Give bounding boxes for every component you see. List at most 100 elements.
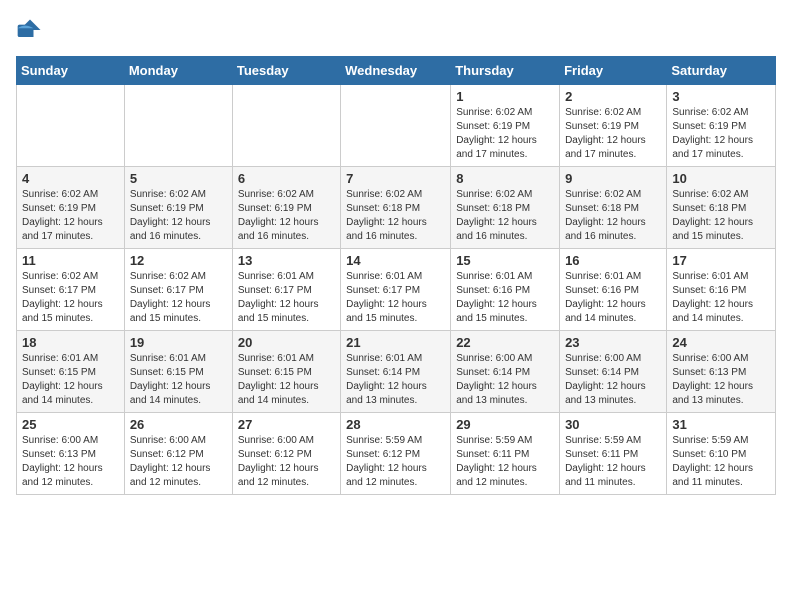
calendar-cell: 3 Sunrise: 6:02 AM Sunset: 6:19 PM Daylig…	[667, 85, 776, 167]
day-number: 9	[565, 171, 661, 186]
calendar-cell	[124, 85, 232, 167]
day-number: 7	[346, 171, 445, 186]
calendar-cell: 21 Sunrise: 6:01 AM Sunset: 6:14 PM Dayli…	[341, 331, 451, 413]
calendar-week-row: 11 Sunrise: 6:02 AM Sunset: 6:17 PM Dayli…	[17, 249, 776, 331]
day-detail: Sunrise: 6:01 AM Sunset: 6:17 PM Dayligh…	[346, 270, 445, 326]
day-detail: Sunrise: 6:01 AM Sunset: 6:15 PM Dayligh…	[22, 352, 119, 408]
calendar-cell: 24 Sunrise: 6:00 AM Sunset: 6:13 PM Dayli…	[667, 331, 776, 413]
day-number: 6	[238, 171, 335, 186]
day-number: 16	[565, 253, 661, 268]
calendar-cell: 20 Sunrise: 6:01 AM Sunset: 6:15 PM Dayli…	[232, 331, 340, 413]
day-number: 13	[238, 253, 335, 268]
day-number: 3	[672, 89, 770, 104]
day-detail: Sunrise: 6:02 AM Sunset: 6:19 PM Dayligh…	[565, 106, 661, 162]
day-detail: Sunrise: 5:59 AM Sunset: 6:11 PM Dayligh…	[456, 434, 554, 490]
day-detail: Sunrise: 6:00 AM Sunset: 6:13 PM Dayligh…	[672, 352, 770, 408]
day-detail: Sunrise: 5:59 AM Sunset: 6:10 PM Dayligh…	[672, 434, 770, 490]
day-number: 27	[238, 417, 335, 432]
logo	[16, 16, 48, 44]
calendar-cell: 8 Sunrise: 6:02 AM Sunset: 6:18 PM Daylig…	[451, 167, 560, 249]
calendar-cell: 27 Sunrise: 6:00 AM Sunset: 6:12 PM Dayli…	[232, 413, 340, 495]
calendar-cell: 7Sunrise: 6:02 AM Sunset: 6:18 PM Daylig…	[341, 167, 451, 249]
day-number: 28	[346, 417, 445, 432]
calendar-cell: 1 Sunrise: 6:02 AM Sunset: 6:19 PM Daylig…	[451, 85, 560, 167]
day-detail: Sunrise: 6:00 AM Sunset: 6:12 PM Dayligh…	[130, 434, 227, 490]
weekday-header-friday: Friday	[560, 57, 667, 85]
weekday-header-thursday: Thursday	[451, 57, 560, 85]
day-detail: Sunrise: 5:59 AM Sunset: 6:12 PM Dayligh…	[346, 434, 445, 490]
weekday-header-monday: Monday	[124, 57, 232, 85]
calendar-cell: 30Sunrise: 5:59 AM Sunset: 6:11 PM Dayli…	[560, 413, 667, 495]
day-number: 25	[22, 417, 119, 432]
day-number: 4	[22, 171, 119, 186]
day-number: 14	[346, 253, 445, 268]
day-detail: Sunrise: 6:00 AM Sunset: 6:12 PM Dayligh…	[238, 434, 335, 490]
calendar-cell: 11 Sunrise: 6:02 AM Sunset: 6:17 PM Dayli…	[17, 249, 125, 331]
day-number: 5	[130, 171, 227, 186]
calendar-cell: 22 Sunrise: 6:00 AM Sunset: 6:14 PM Dayli…	[451, 331, 560, 413]
day-number: 21	[346, 335, 445, 350]
calendar-cell: 28 Sunrise: 5:59 AM Sunset: 6:12 PM Dayli…	[341, 413, 451, 495]
day-number: 1	[456, 89, 554, 104]
calendar-cell: 23Sunrise: 6:00 AM Sunset: 6:14 PM Dayli…	[560, 331, 667, 413]
weekday-header-tuesday: Tuesday	[232, 57, 340, 85]
weekday-header-saturday: Saturday	[667, 57, 776, 85]
day-detail: Sunrise: 6:00 AM Sunset: 6:14 PM Dayligh…	[456, 352, 554, 408]
calendar-cell: 31Sunrise: 5:59 AM Sunset: 6:10 PM Dayli…	[667, 413, 776, 495]
calendar-table: SundayMondayTuesdayWednesdayThursdayFrid…	[16, 56, 776, 495]
calendar-cell: 15 Sunrise: 6:01 AM Sunset: 6:16 PM Dayli…	[451, 249, 560, 331]
day-detail: Sunrise: 6:00 AM Sunset: 6:14 PM Dayligh…	[565, 352, 661, 408]
day-number: 12	[130, 253, 227, 268]
day-number: 19	[130, 335, 227, 350]
day-number: 11	[22, 253, 119, 268]
calendar-cell: 10Sunrise: 6:02 AM Sunset: 6:18 PM Dayli…	[667, 167, 776, 249]
calendar-cell: 16 Sunrise: 6:01 AM Sunset: 6:16 PM Dayli…	[560, 249, 667, 331]
day-number: 2	[565, 89, 661, 104]
day-detail: Sunrise: 6:01 AM Sunset: 6:16 PM Dayligh…	[565, 270, 661, 326]
calendar-cell: 26 Sunrise: 6:00 AM Sunset: 6:12 PM Dayli…	[124, 413, 232, 495]
day-number: 10	[672, 171, 770, 186]
calendar-cell: 19Sunrise: 6:01 AM Sunset: 6:15 PM Dayli…	[124, 331, 232, 413]
calendar-cell: 4 Sunrise: 6:02 AM Sunset: 6:19 PM Daylig…	[17, 167, 125, 249]
weekday-header-row: SundayMondayTuesdayWednesdayThursdayFrid…	[17, 57, 776, 85]
calendar-week-row: 18 Sunrise: 6:01 AM Sunset: 6:15 PM Dayli…	[17, 331, 776, 413]
day-number: 8	[456, 171, 554, 186]
day-number: 29	[456, 417, 554, 432]
day-detail: Sunrise: 6:01 AM Sunset: 6:14 PM Dayligh…	[346, 352, 445, 408]
calendar-cell: 14 Sunrise: 6:01 AM Sunset: 6:17 PM Dayli…	[341, 249, 451, 331]
day-detail: Sunrise: 6:02 AM Sunset: 6:19 PM Dayligh…	[672, 106, 770, 162]
weekday-header-wednesday: Wednesday	[341, 57, 451, 85]
calendar-week-row: 25 Sunrise: 6:00 AM Sunset: 6:13 PM Dayli…	[17, 413, 776, 495]
calendar-cell: 29 Sunrise: 5:59 AM Sunset: 6:11 PM Dayli…	[451, 413, 560, 495]
day-detail: Sunrise: 6:01 AM Sunset: 6:17 PM Dayligh…	[238, 270, 335, 326]
day-detail: Sunrise: 6:02 AM Sunset: 6:18 PM Dayligh…	[456, 188, 554, 244]
calendar-cell: 5Sunrise: 6:02 AM Sunset: 6:19 PM Daylig…	[124, 167, 232, 249]
calendar-week-row: 4 Sunrise: 6:02 AM Sunset: 6:19 PM Daylig…	[17, 167, 776, 249]
calendar-cell: 25 Sunrise: 6:00 AM Sunset: 6:13 PM Dayli…	[17, 413, 125, 495]
day-detail: Sunrise: 6:02 AM Sunset: 6:19 PM Dayligh…	[456, 106, 554, 162]
day-number: 22	[456, 335, 554, 350]
day-detail: Sunrise: 6:00 AM Sunset: 6:13 PM Dayligh…	[22, 434, 119, 490]
day-detail: Sunrise: 6:02 AM Sunset: 6:19 PM Dayligh…	[238, 188, 335, 244]
calendar-cell: 2 Sunrise: 6:02 AM Sunset: 6:19 PM Daylig…	[560, 85, 667, 167]
day-detail: Sunrise: 6:02 AM Sunset: 6:19 PM Dayligh…	[22, 188, 119, 244]
day-number: 26	[130, 417, 227, 432]
calendar-cell	[17, 85, 125, 167]
calendar-cell: 9Sunrise: 6:02 AM Sunset: 6:18 PM Daylig…	[560, 167, 667, 249]
calendar-cell	[341, 85, 451, 167]
day-number: 20	[238, 335, 335, 350]
logo-icon	[16, 16, 44, 44]
day-detail: Sunrise: 6:01 AM Sunset: 6:16 PM Dayligh…	[456, 270, 554, 326]
day-detail: Sunrise: 6:02 AM Sunset: 6:17 PM Dayligh…	[130, 270, 227, 326]
day-number: 30	[565, 417, 661, 432]
day-number: 18	[22, 335, 119, 350]
day-detail: Sunrise: 6:01 AM Sunset: 6:15 PM Dayligh…	[238, 352, 335, 408]
day-number: 24	[672, 335, 770, 350]
calendar-cell: 12 Sunrise: 6:02 AM Sunset: 6:17 PM Dayli…	[124, 249, 232, 331]
day-detail: Sunrise: 6:02 AM Sunset: 6:17 PM Dayligh…	[22, 270, 119, 326]
day-number: 15	[456, 253, 554, 268]
calendar-cell: 17 Sunrise: 6:01 AM Sunset: 6:16 PM Dayli…	[667, 249, 776, 331]
day-detail: Sunrise: 6:01 AM Sunset: 6:16 PM Dayligh…	[672, 270, 770, 326]
day-number: 17	[672, 253, 770, 268]
calendar-week-row: 1 Sunrise: 6:02 AM Sunset: 6:19 PM Daylig…	[17, 85, 776, 167]
